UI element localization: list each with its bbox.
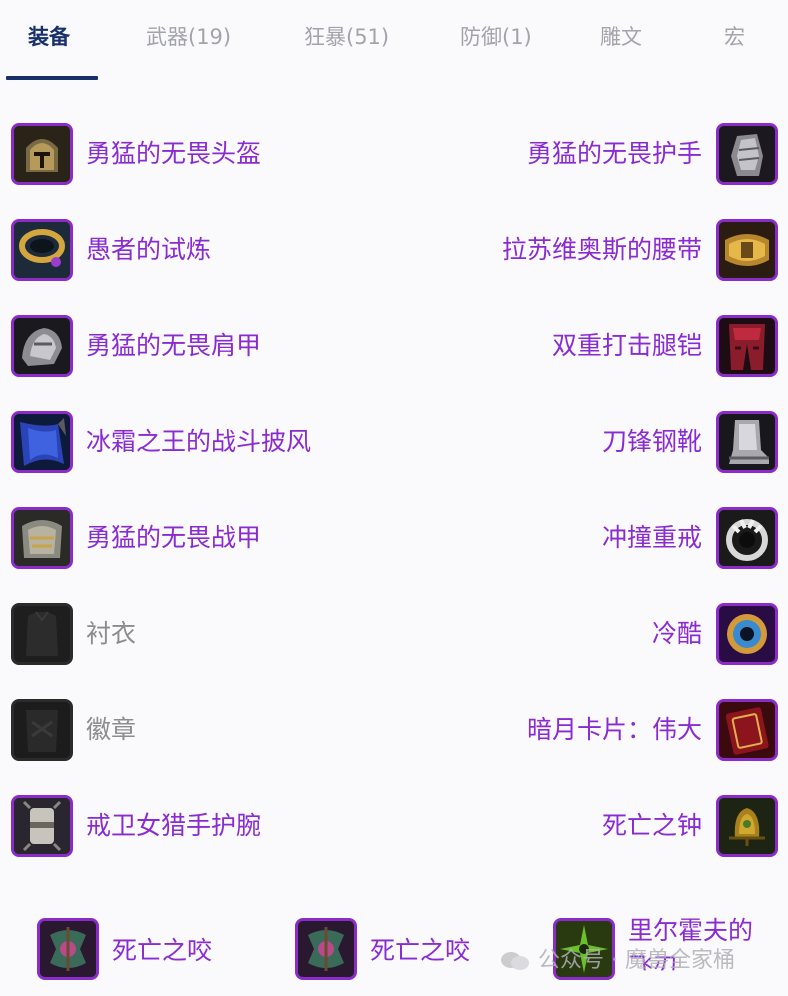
item-name[interactable]: 暗月卡片：伟大 (527, 713, 702, 747)
tab-glyphs[interactable]: 雕文 (600, 20, 642, 54)
equip-slot-finger-2: 冷酷 (0, 603, 788, 669)
axe-icon[interactable] (37, 918, 99, 980)
item-name[interactable]: 死亡之钟 (602, 809, 702, 843)
ring-icon[interactable] (716, 507, 778, 569)
bell-icon[interactable] (716, 795, 778, 857)
gauntlet-icon[interactable] (716, 123, 778, 185)
mainhand-weapon-name[interactable]: 死亡之咬 (112, 934, 212, 968)
equip-slot-feet: 刀锋钢靴 (0, 411, 788, 477)
wechat-icon (500, 950, 530, 972)
offhand-weapon-name[interactable]: 死亡之咬 (370, 934, 470, 968)
tab-bar: 装备 武器(19) 狂暴(51) 防御(1) 雕文 宏 (0, 0, 788, 82)
item-name[interactable]: 刀锋钢靴 (602, 425, 702, 459)
equip-slot-hands: 勇猛的无畏护手 (0, 123, 788, 189)
equip-slot-trinket-2: 死亡之钟 (0, 795, 788, 861)
tab-macros[interactable]: 宏 (724, 20, 745, 54)
equip-slot-trinket-1: 暗月卡片：伟大 (0, 699, 788, 765)
equip-slot-legs: 双重打击腿铠 (0, 315, 788, 381)
card-icon[interactable] (716, 699, 778, 761)
active-tab-indicator (6, 76, 98, 80)
tab-equipment[interactable]: 装备 (28, 20, 70, 54)
tab-protection[interactable]: 防御(1) (460, 20, 532, 54)
watermark: 公众号 · 魔兽全家桶 (500, 942, 735, 982)
item-name[interactable]: 双重打击腿铠 (552, 329, 702, 363)
item-name[interactable]: 拉苏维奥斯的腰带 (502, 233, 702, 267)
tab-weapons[interactable]: 武器(19) (146, 20, 231, 54)
item-name[interactable]: 勇猛的无畏护手 (527, 137, 702, 171)
item-name[interactable]: 冷酷 (652, 617, 702, 651)
equip-slot-waist: 拉苏维奥斯的腰带 (0, 219, 788, 285)
axe-icon[interactable] (295, 918, 357, 980)
tab-fury[interactable]: 狂暴(51) (304, 20, 389, 54)
watermark-text: 公众号 · 魔兽全家桶 (538, 948, 735, 973)
legs-icon[interactable] (716, 315, 778, 377)
boots-icon[interactable] (716, 411, 778, 473)
equip-slot-finger-1: 冲撞重戒 (0, 507, 788, 573)
ring-eye-icon[interactable] (716, 603, 778, 665)
item-name[interactable]: 冲撞重戒 (602, 521, 702, 555)
belt-icon[interactable] (716, 219, 778, 281)
